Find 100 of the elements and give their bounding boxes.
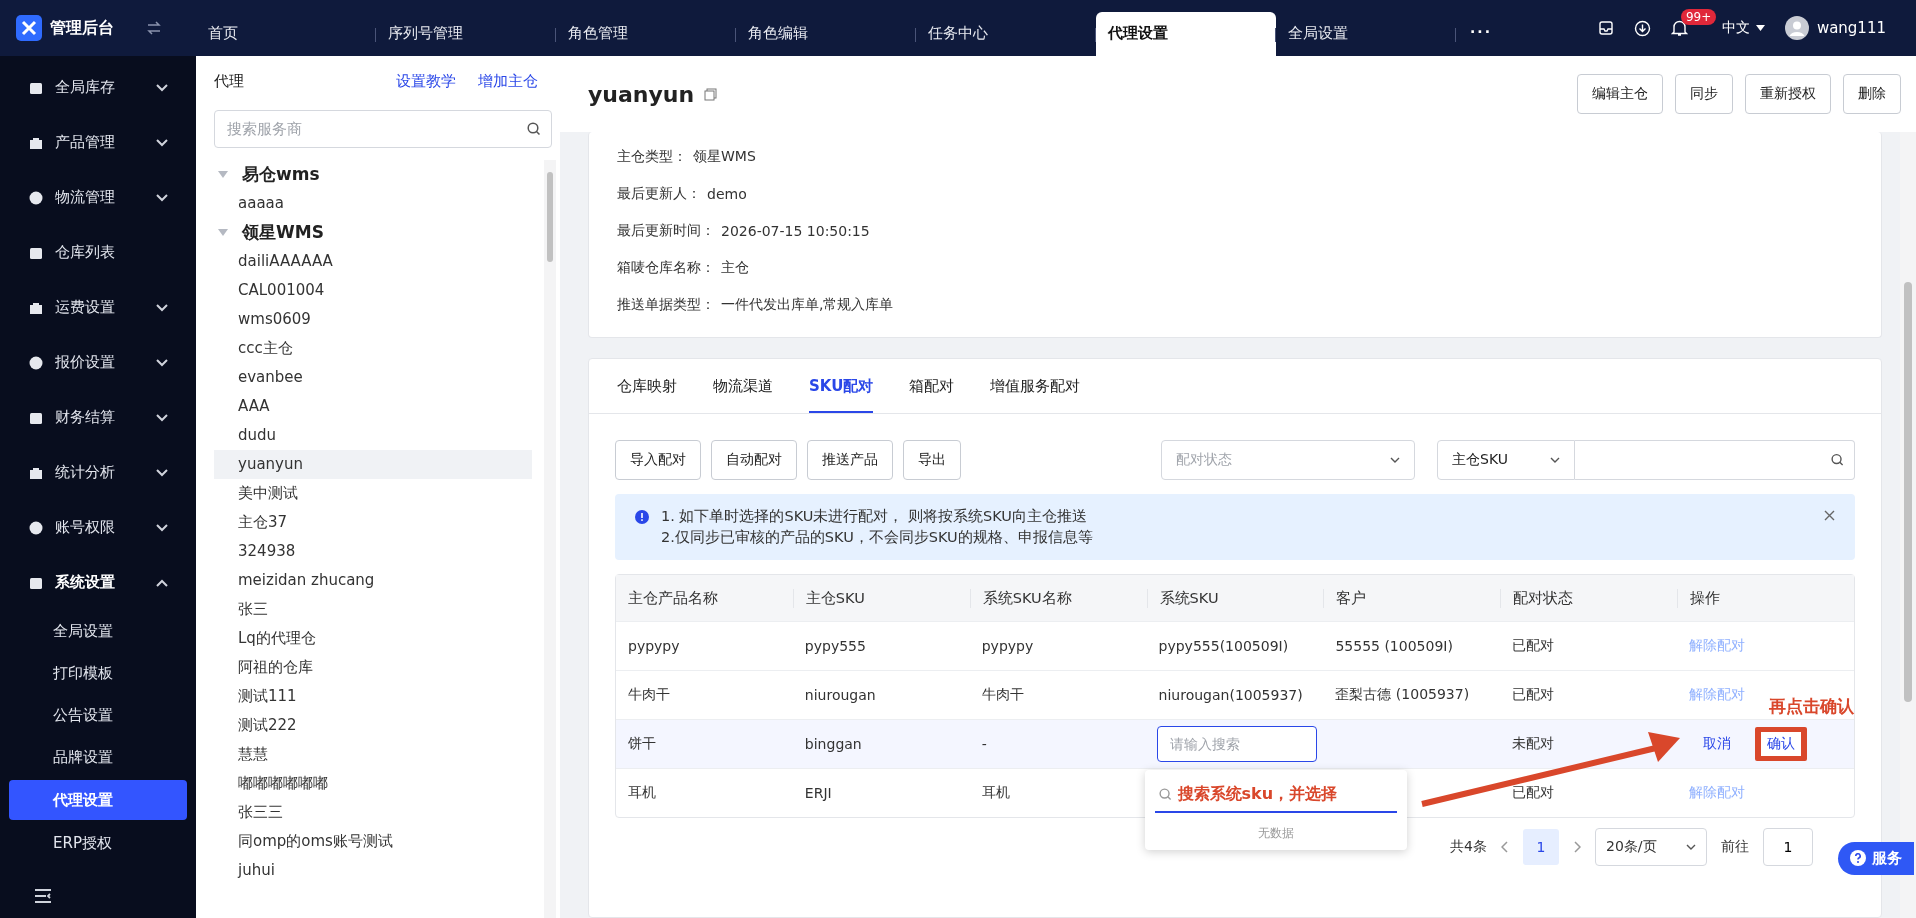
field-select[interactable]: 主仓SKU: [1437, 440, 1575, 480]
sku-search-field[interactable]: 请输入搜索: [1156, 726, 1317, 762]
tree-item[interactable]: Lq的代理仓: [214, 624, 532, 653]
tree-item[interactable]: CAL001004: [214, 276, 532, 305]
tree-item[interactable]: yuanyun: [214, 450, 532, 479]
bell-icon[interactable]: [1670, 19, 1688, 37]
tree-item[interactable]: 张三三: [214, 798, 532, 827]
info-value: demo: [707, 185, 747, 202]
sidebar-subitem[interactable]: ERP授权: [9, 822, 187, 864]
tab[interactable]: SKU配对: [809, 359, 874, 413]
inbox-icon[interactable]: [1597, 20, 1614, 36]
chevron-left-icon[interactable]: [1501, 841, 1509, 853]
page-size-select[interactable]: 20条/页: [1595, 828, 1707, 866]
avatar-icon[interactable]: [1784, 16, 1809, 40]
tree-item[interactable]: 嘟嘟嘟嘟嘟嘟: [214, 769, 532, 798]
tree-item[interactable]: aaaaa: [214, 189, 532, 218]
nav-tab[interactable]: 任务中心: [916, 12, 1096, 56]
sidebar-subitem[interactable]: 品牌设置: [9, 736, 187, 778]
tree-item[interactable]: 阿祖的仓库: [214, 653, 532, 682]
sidebar-item[interactable]: 全局库存: [0, 60, 196, 115]
sidebar-subitem[interactable]: 打印模板: [9, 652, 187, 694]
nav-tab[interactable]: 角色管理: [556, 12, 736, 56]
sidebar-item[interactable]: 系统设置: [0, 555, 196, 610]
tree-item[interactable]: 主仓37: [214, 508, 532, 537]
toolbar-button[interactable]: 自动配对: [711, 440, 797, 480]
swap-icon[interactable]: [146, 21, 162, 35]
user-name[interactable]: wang111: [1816, 19, 1886, 37]
tab[interactable]: 仓库映射: [617, 359, 677, 413]
tree-group[interactable]: 易仓wms: [214, 160, 544, 189]
nav-tab[interactable]: 代理设置: [1096, 12, 1276, 56]
header-button[interactable]: 编辑主仓: [1577, 74, 1663, 114]
copy-icon[interactable]: [704, 87, 718, 101]
close-icon[interactable]: [1824, 510, 1835, 521]
dropdown-search-field[interactable]: 搜索系统sku，并选择: [1154, 780, 1397, 813]
tree-item[interactable]: 慧慧: [214, 740, 532, 769]
tree-item[interactable]: 324938: [214, 537, 532, 566]
table-cell: 饼干: [628, 735, 656, 751]
table-cell: ERJI: [804, 785, 832, 801]
download-icon[interactable]: [1633, 19, 1651, 37]
header-button[interactable]: 同步: [1675, 74, 1733, 114]
tree-item[interactable]: 美中测试: [214, 479, 532, 508]
tree-item[interactable]: ccc主仓: [214, 334, 532, 363]
toolbar-button[interactable]: 导出: [903, 440, 961, 480]
header-button[interactable]: 删除: [1843, 74, 1901, 114]
table-cell: 耳机: [628, 784, 656, 800]
sidebar-subitem[interactable]: 全局设置: [9, 610, 187, 652]
tree-item[interactable]: 同omp的oms账号测试: [214, 827, 532, 856]
scrollbar[interactable]: [544, 160, 556, 918]
tab[interactable]: 物流渠道: [713, 359, 773, 413]
tree-item[interactable]: AAA: [214, 392, 532, 421]
sidebar-item[interactable]: 财务结算: [0, 390, 196, 445]
tree-item[interactable]: 测试222: [214, 711, 532, 740]
tab[interactable]: 箱配对: [909, 359, 955, 413]
sidebar-subitem[interactable]: 公告设置: [9, 694, 187, 736]
page-number[interactable]: 1: [1523, 829, 1559, 865]
caret-icon: [218, 171, 228, 178]
search-field[interactable]: [1575, 440, 1855, 480]
confirm-button[interactable]: 确认: [1761, 732, 1802, 756]
sidebar-item[interactable]: 仓库列表: [0, 225, 196, 280]
tree-item[interactable]: evanbee: [214, 363, 532, 392]
sidebar-item[interactable]: 账号权限: [0, 500, 196, 555]
sidebar-item[interactable]: 报价设置: [0, 335, 196, 390]
tree-item[interactable]: 测试111: [214, 682, 532, 711]
sidebar-item[interactable]: 统计分析: [0, 445, 196, 500]
tree-item[interactable]: wms0609: [214, 305, 532, 334]
sidebar-subitem[interactable]: 代理设置: [9, 780, 187, 820]
nav-tab[interactable]: 序列号管理: [376, 12, 556, 56]
chevron-right-icon[interactable]: [1573, 841, 1581, 853]
header-button[interactable]: 重新授权: [1745, 74, 1831, 114]
more-tabs[interactable]: ···: [1456, 12, 1506, 56]
table-cell: 歪梨古德 (1005937): [1335, 686, 1470, 702]
toolbar-button[interactable]: 导入配对: [615, 440, 701, 480]
page-input[interactable]: 1: [1763, 828, 1813, 866]
panel-link[interactable]: 设置教学: [396, 71, 456, 91]
menu-collapse-icon[interactable]: [34, 888, 52, 904]
panel-link[interactable]: 增加主仓: [478, 71, 538, 91]
search-field[interactable]: 搜索服务商: [214, 110, 552, 148]
service-button[interactable]: 服务: [1838, 842, 1914, 875]
nav-tab[interactable]: 角色编辑: [736, 12, 916, 56]
toolbar-button[interactable]: 推送产品: [807, 440, 893, 480]
sidebar-item[interactable]: 产品管理: [0, 115, 196, 170]
scrollbar[interactable]: [1900, 132, 1916, 918]
search-icon: [1158, 788, 1172, 801]
cancel-link[interactable]: 取消: [1703, 735, 1732, 753]
tree-item[interactable]: dudu: [214, 421, 532, 450]
sidebar-item[interactable]: 物流管理: [0, 170, 196, 225]
tree-group[interactable]: 领星WMS: [214, 218, 544, 247]
search-icon: [1831, 453, 1844, 467]
nav-tab[interactable]: 全局设置: [1276, 12, 1456, 56]
table-cell: pypypy: [628, 638, 680, 654]
tree-item[interactable]: 张三: [214, 595, 532, 624]
language-select[interactable]: 中文: [1721, 19, 1750, 37]
caret-icon[interactable]: [1755, 25, 1765, 31]
tree-item[interactable]: meizidan zhucang: [214, 566, 532, 595]
tab[interactable]: 增值服务配对: [990, 359, 1081, 413]
nav-tab[interactable]: 首页: [196, 12, 376, 56]
tree-item[interactable]: dailiAAAAAA: [214, 247, 532, 276]
table-cell: pypy555(100509I): [1158, 638, 1289, 654]
sidebar-item[interactable]: 运费设置: [0, 280, 196, 335]
tree-item[interactable]: juhui: [214, 856, 532, 885]
